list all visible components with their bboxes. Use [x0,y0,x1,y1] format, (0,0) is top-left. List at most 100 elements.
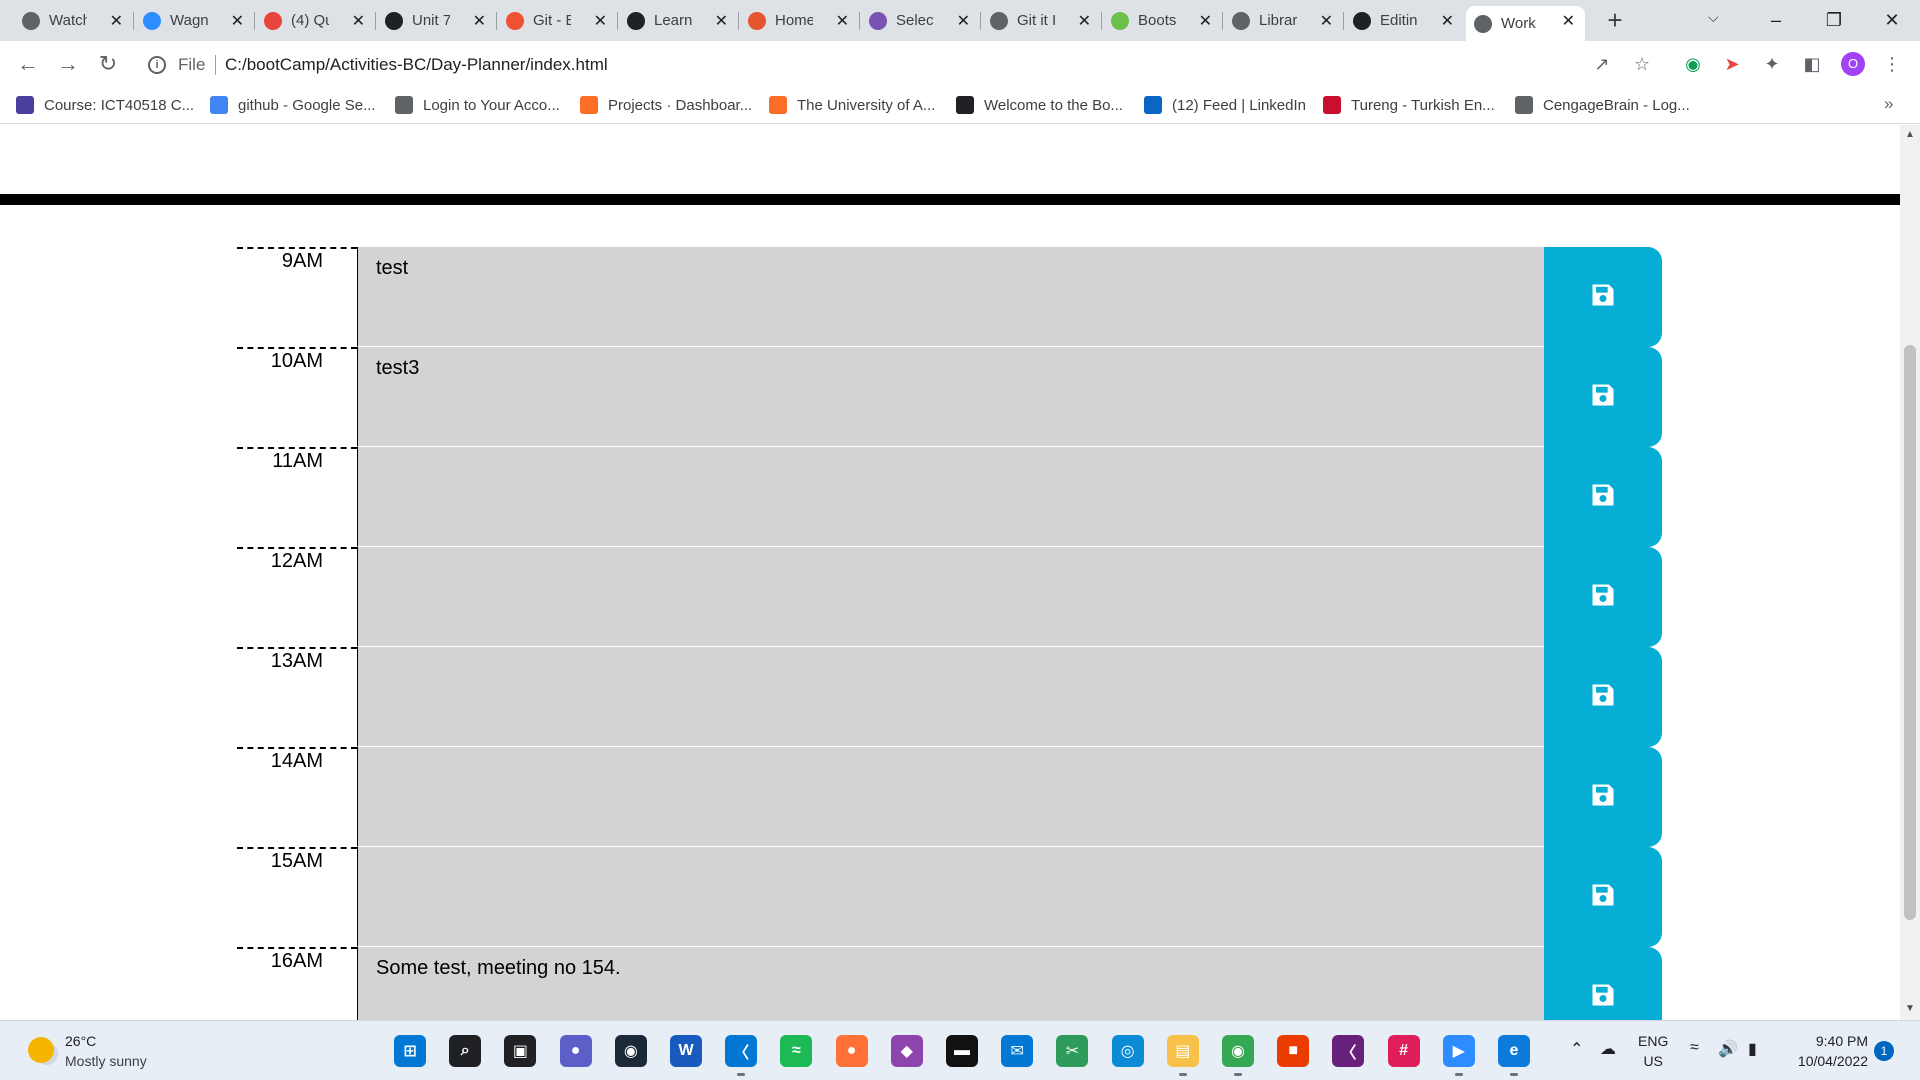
browser-tab[interactable]: Wagn ✕ [135,6,254,35]
side-panel-icon[interactable]: ◧ [1800,52,1824,76]
tab-close-icon[interactable]: ✕ [715,11,728,31]
bookmarks-overflow-button[interactable]: » [1884,94,1893,114]
tab-close-icon[interactable]: ✕ [1320,11,1333,31]
tab-close-icon[interactable]: ✕ [352,11,365,31]
browser-tab[interactable]: Editin ✕ [1345,6,1464,35]
scroll-up-arrow-icon[interactable]: ▲ [1905,129,1915,140]
browser-tab[interactable]: Work ✕ [1466,6,1585,41]
event-description-textarea[interactable] [357,447,1545,547]
minimize-icon[interactable]: – [1756,4,1796,36]
info-icon[interactable]: i [148,56,166,74]
save-button[interactable] [1544,847,1662,947]
bookmark-item[interactable]: (12) Feed | LinkedIn [1144,96,1306,114]
tab-close-icon[interactable]: ✕ [1078,11,1091,31]
event-description-textarea[interactable]: test3 [357,347,1545,447]
chat-icon[interactable]: ● [559,1035,592,1067]
tab-search-chevron-icon[interactable]: ⌵ [1708,9,1719,26]
profile-avatar[interactable]: O [1841,52,1865,76]
tab-close-icon[interactable]: ✕ [957,11,970,31]
steam-icon[interactable]: ◉ [614,1035,647,1067]
address-url[interactable]: C:/bootCamp/Activities-BC/Day-Planner/in… [225,55,608,75]
event-description-textarea[interactable] [357,647,1545,747]
bookmark-item[interactable]: Welcome to the Bo... [956,96,1123,114]
tab-close-icon[interactable]: ✕ [1441,11,1454,31]
bookmark-item[interactable]: github - Google Se... [210,96,376,114]
browser-tab[interactable]: Boots ✕ [1103,6,1222,35]
browser-tab[interactable]: Unit 7 ✕ [377,6,496,35]
slack-icon[interactable]: # [1387,1035,1420,1067]
close-window-icon[interactable]: ✕ [1872,4,1912,36]
vscode-icon[interactable]: 〈 [725,1035,758,1067]
spotify-icon[interactable]: ≈ [780,1035,813,1067]
scroll-thumb[interactable] [1904,345,1916,920]
chrome-icon[interactable]: ◉ [1222,1035,1254,1067]
browser-tab[interactable]: Watch ✕ [14,6,133,35]
edge-icon[interactable]: e [1498,1035,1530,1067]
event-description-textarea[interactable]: test [357,247,1545,347]
save-button[interactable] [1544,447,1662,547]
weather-temperature[interactable]: 26°C [65,1033,96,1049]
bookmark-item[interactable]: Login to Your Acco... [395,96,560,114]
tab-close-icon[interactable]: ✕ [110,11,123,31]
snip-icon[interactable]: ✂ [1056,1035,1089,1067]
save-button[interactable] [1544,347,1662,447]
system-clock[interactable]: 9:40 PM 10/04/2022 [1784,1031,1868,1071]
browser-tab[interactable]: Learn ✕ [619,6,738,35]
language-indicator[interactable]: ENG US [1638,1031,1668,1071]
event-description-textarea[interactable] [357,547,1545,647]
extensions-puzzle-icon[interactable]: ✦ [1760,52,1784,76]
visual-studio-icon[interactable]: 〈 [1332,1035,1365,1067]
tab-close-icon[interactable]: ✕ [231,11,244,31]
browser-tab[interactable]: Home ✕ [740,6,859,35]
browser-tab[interactable]: (4) Qu ✕ [256,6,375,35]
reload-icon[interactable]: ↻ [94,50,122,78]
share-icon[interactable]: ↗ [1590,52,1614,76]
battery-icon[interactable]: ▮ [1748,1039,1757,1059]
tab-close-icon[interactable]: ✕ [473,11,486,31]
terminal-icon[interactable]: ▬ [946,1035,978,1067]
wifi-icon[interactable]: ≈ [1690,1039,1699,1057]
file-explorer-icon[interactable]: ▤ [1166,1035,1199,1067]
event-description-textarea[interactable] [357,847,1545,947]
onedrive-icon[interactable]: ☁ [1600,1039,1616,1059]
scroll-down-arrow-icon[interactable]: ▼ [1905,1003,1915,1014]
office-icon[interactable]: ■ [1277,1035,1310,1067]
word-icon[interactable]: W [670,1035,702,1067]
save-button[interactable] [1544,247,1662,347]
tray-overflow-icon[interactable]: ⌃ [1570,1039,1583,1059]
kebab-menu-icon[interactable]: ⋮ [1880,52,1904,76]
bookmark-star-icon[interactable]: ☆ [1630,52,1654,76]
save-button[interactable] [1544,547,1662,647]
browser-tab[interactable]: Git - E ✕ [498,6,617,35]
grammarly-icon[interactable]: ◉ [1681,52,1705,76]
tab-close-icon[interactable]: ✕ [1199,11,1212,31]
bookmark-item[interactable]: Course: ICT40518 C... [16,96,194,114]
notification-badge[interactable]: 1 [1874,1041,1894,1061]
weather-description[interactable]: Mostly sunny [65,1053,147,1069]
address-bar[interactable]: i File C:/bootCamp/Activities-BC/Day-Pla… [138,47,1658,83]
browser-tab[interactable]: Select ✕ [861,6,980,35]
save-button[interactable] [1544,647,1662,747]
browser-tab[interactable]: Git it I ✕ [982,6,1101,35]
extension-tool-icon[interactable]: ➤ [1720,52,1744,76]
event-description-textarea[interactable] [357,747,1545,847]
weather-sun-icon[interactable] [28,1037,54,1063]
tab-close-icon[interactable]: ✕ [594,11,607,31]
gitkraken-icon[interactable]: ◆ [890,1035,923,1067]
new-tab-button[interactable]: + [1600,5,1630,36]
tab-close-icon[interactable]: ✕ [836,11,849,31]
save-button[interactable] [1544,747,1662,847]
volume-icon[interactable]: 🔊 [1718,1039,1738,1059]
browser-tab[interactable]: Librar ✕ [1224,6,1343,35]
firefox-icon[interactable]: ● [835,1035,868,1067]
page-scrollbar[interactable]: ▲ ▼ [1900,125,1920,1020]
bookmark-item[interactable]: The University of A... [769,96,935,114]
mail-icon[interactable]: ✉ [1001,1035,1034,1067]
vpn-icon[interactable]: ◎ [1111,1035,1144,1067]
task-view-icon[interactable]: ▣ [504,1035,537,1067]
search-icon[interactable]: ⌕ [449,1035,482,1067]
event-description-textarea[interactable]: Some test, meeting no 154. [357,947,1545,1020]
restore-icon[interactable]: ❐ [1814,4,1854,36]
windows-start-icon[interactable]: ⊞ [394,1035,426,1067]
zoom-icon[interactable]: ▶ [1442,1035,1475,1067]
